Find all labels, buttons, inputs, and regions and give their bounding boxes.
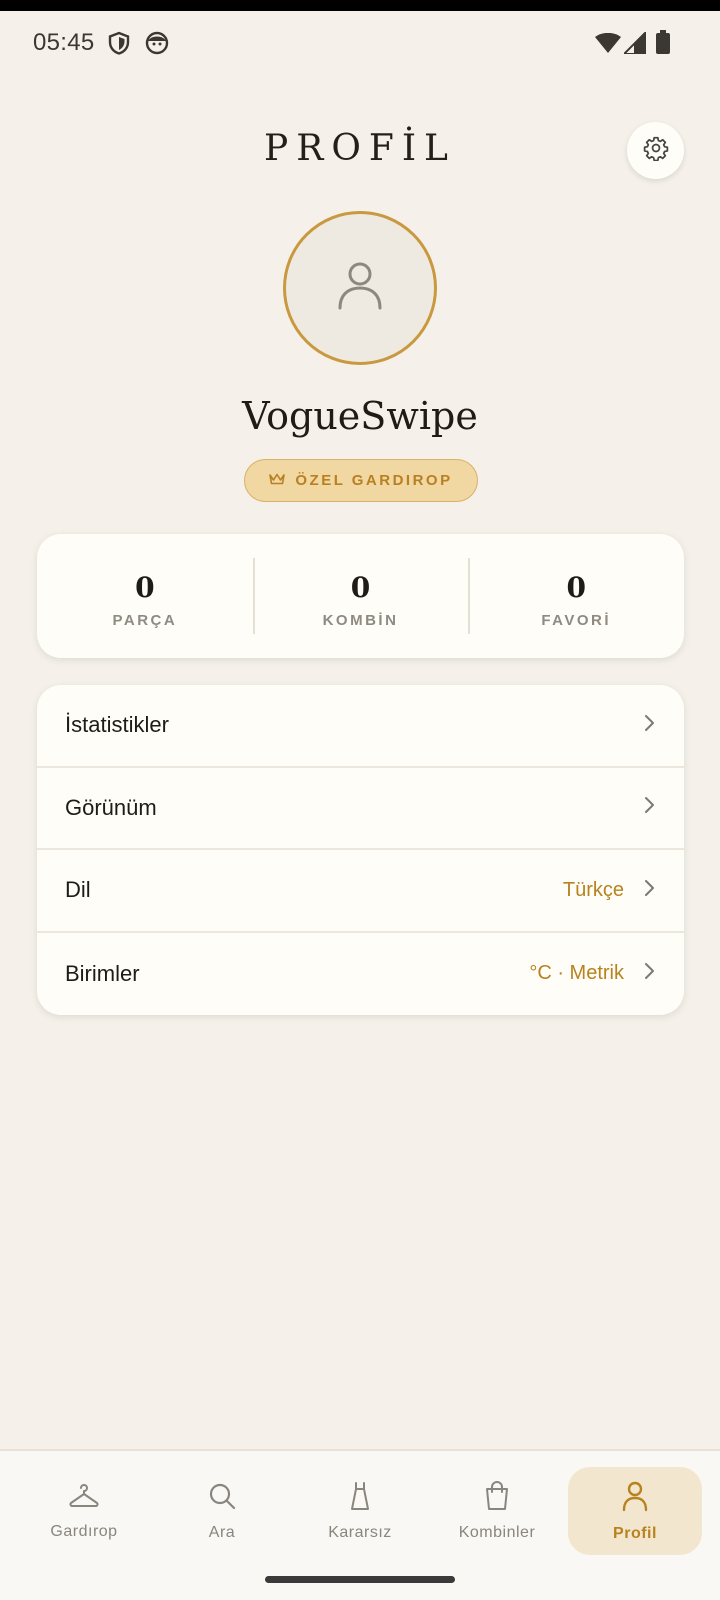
nav-label: Profil [613,1524,657,1542]
avatar[interactable] [283,211,437,365]
stat-label: PARÇA [112,612,178,629]
nav-item-undecided[interactable]: Kararsız [293,1467,427,1555]
menu-item-statistics[interactable]: İstatistikler [37,685,684,768]
nav-item-outfits[interactable]: Kombinler [430,1467,564,1555]
menu-item-label: Görünüm [65,794,157,820]
nav-label: Kombinler [458,1523,536,1541]
settings-menu: İstatistikler Görünüm Dil Türkçe Birimle… [37,685,684,1015]
wifi-icon [595,32,621,58]
shopping-bag-icon [483,1480,511,1516]
nav-label: Gardırop [50,1522,118,1540]
search-icon [207,1481,237,1516]
person-icon [621,1480,649,1517]
battery-icon [656,30,670,59]
status-time: 05:45 [33,29,95,56]
stat-items: 0 PARÇA [37,534,253,658]
stat-value: 0 [135,571,155,604]
nav-label: Kararsız [328,1523,392,1541]
hanger-icon [68,1482,100,1515]
menu-item-value: °C · Metrik [529,962,624,985]
home-indicator[interactable] [265,1576,455,1583]
menu-item-label: Dil [65,877,91,903]
stat-label: KOMBİN [322,612,399,629]
person-icon [336,260,384,317]
nav-item-search[interactable]: Ara [155,1467,289,1555]
premium-badge: ÖZEL GARDIROP [244,459,478,502]
menu-item-value: Türkçe [562,878,624,901]
menu-item-units[interactable]: Birimler °C · Metrik [37,933,684,1016]
status-bar: 05:45 [0,11,720,77]
chevron-right-icon [642,878,656,903]
username: VogueSwipe [242,394,478,438]
face-icon [145,31,169,60]
gear-icon [643,135,669,166]
chevron-right-icon [642,961,656,986]
stat-label: FAVORİ [541,612,612,629]
stat-favorites: 0 FAVORİ [468,534,684,658]
menu-item-label: Birimler [65,960,140,986]
badge-label: ÖZEL GARDIROP [295,472,453,489]
chevron-right-icon [642,795,656,820]
signal-icon [621,29,647,59]
stat-value: 0 [350,571,371,604]
chevron-right-icon [642,713,656,738]
nav-item-profile[interactable]: Profil [568,1467,702,1555]
nav-label: Ara [208,1523,236,1541]
menu-item-language[interactable]: Dil Türkçe [37,850,684,933]
menu-item-label: İstatistikler [65,712,169,738]
menu-item-appearance[interactable]: Görünüm [37,768,684,850]
stat-outfits: 0 KOMBİN [252,534,469,658]
shield-icon [108,31,130,60]
settings-button[interactable] [627,122,684,179]
dress-icon [347,1481,373,1516]
nav-item-wardrobe[interactable]: Gardırop [17,1467,151,1555]
crown-icon [269,472,286,490]
page-title: PROFİL [264,128,456,169]
stat-value: 0 [566,571,586,604]
stats-card: 0 PARÇA 0 KOMBİN 0 FAVORİ [37,534,684,658]
top-edge [0,0,720,11]
